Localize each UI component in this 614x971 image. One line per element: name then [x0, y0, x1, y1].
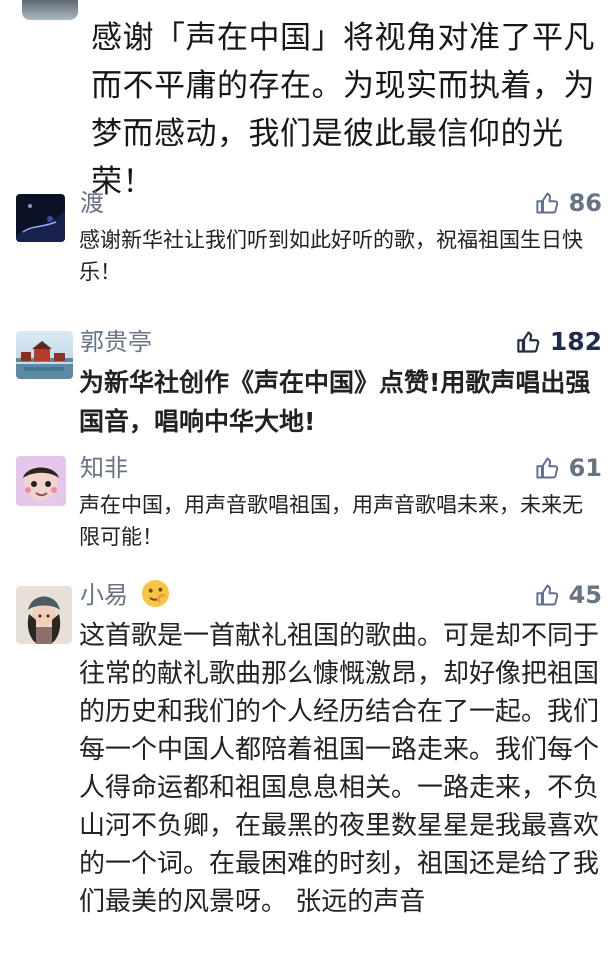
avatar[interactable] — [16, 194, 65, 242]
avatar[interactable] — [16, 456, 66, 506]
username[interactable]: 知非 — [80, 453, 128, 483]
avatar[interactable] — [16, 586, 72, 644]
username-text: 小易 — [80, 581, 128, 609]
like-button[interactable]: 61 — [534, 453, 602, 483]
like-count: 86 — [568, 189, 602, 217]
comment-text: 感谢新华社让我们听到如此好听的歌，祝福祖国生日快乐！ — [79, 228, 583, 284]
avatar[interactable] — [16, 331, 73, 379]
like-button[interactable]: 182 — [515, 327, 602, 357]
reply-quote-text: 感谢「声在中国」将视角对准了平凡而不平庸的存在。为现实而执着，为梦而感动，我们是… — [91, 20, 595, 200]
like-count: 61 — [568, 454, 602, 482]
like-button[interactable]: 45 — [534, 580, 602, 610]
thumbs-up-icon — [536, 457, 558, 478]
comment-text: 声在中国，用声音歌唱祖国，用声音歌唱未来，未来无限可能！ — [79, 493, 583, 549]
comment-text: 这首歌是一首献礼祖国的歌曲。可是却不同于往常的献礼歌曲那么慷慨激昂，却好像把祖国… — [79, 621, 600, 917]
username[interactable]: 郭贵亭 — [80, 327, 152, 357]
previous-avatar-fragment — [22, 0, 78, 20]
username[interactable]: 小易 — [80, 578, 171, 610]
thumbs-up-icon — [517, 330, 540, 353]
like-count: 182 — [549, 327, 602, 356]
like-button[interactable]: 86 — [534, 188, 602, 218]
thumbs-up-icon — [536, 584, 558, 605]
like-count: 45 — [568, 581, 602, 609]
thinking-face-icon — [141, 579, 169, 608]
username[interactable]: 渡 — [80, 188, 104, 218]
thumbs-up-icon — [536, 192, 558, 213]
comment-text: 为新华社创作《声在中国》点赞!用歌声唱出强国音，唱响中华大地! — [79, 368, 591, 436]
